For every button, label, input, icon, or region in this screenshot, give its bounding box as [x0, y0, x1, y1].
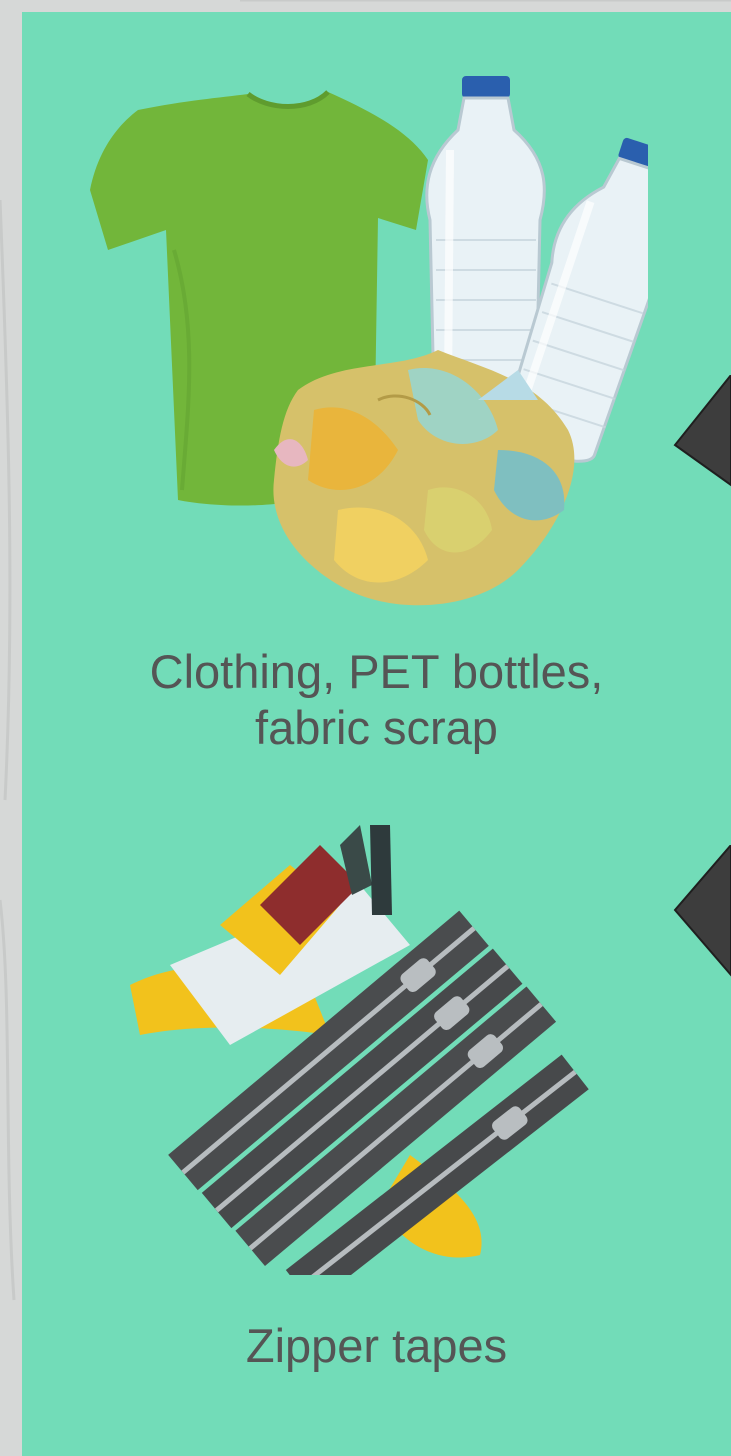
zipper-tapes-image	[130, 825, 589, 1275]
fabric-scrap-image	[273, 350, 575, 606]
caption-clothing-pet-fabric: Clothing, PET bottles, fabric scrap	[22, 644, 731, 756]
caption-zipper-tapes: Zipper tapes	[245, 1319, 508, 1372]
chevron-left-icon	[673, 845, 731, 977]
caption-clothing-line2: fabric scrap	[255, 701, 498, 754]
materials-image	[90, 76, 648, 606]
chevron-left-icon	[673, 375, 731, 487]
caption-clothing-line1: Clothing, PET bottles,	[149, 645, 604, 698]
